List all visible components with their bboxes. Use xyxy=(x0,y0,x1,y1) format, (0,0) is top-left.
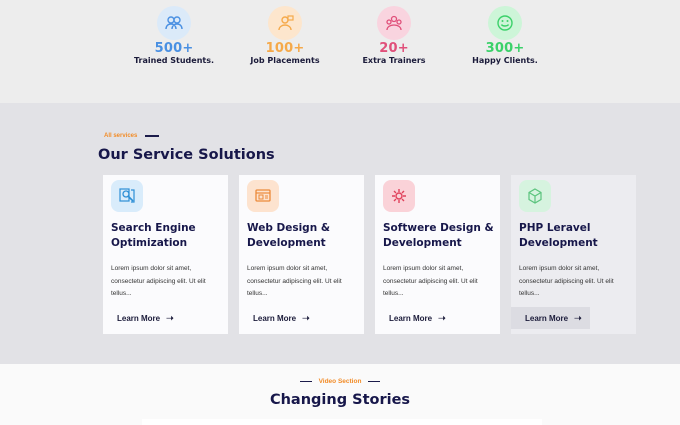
video-panel xyxy=(142,419,542,425)
service-card-seo: Search Engine Optimization Lorem ipsum d… xyxy=(103,175,228,334)
card-title: Softwere Design & Development xyxy=(383,222,494,249)
eyebrow-divider xyxy=(145,135,160,137)
cube-icon xyxy=(519,180,551,212)
learn-more-button[interactable]: Learn More ➝ xyxy=(103,307,182,329)
arrow-right-icon: ➝ xyxy=(302,312,310,323)
learn-more-label: Learn More xyxy=(525,313,569,323)
services-section: All services Our Service Solutions Searc… xyxy=(0,103,680,364)
arrow-right-icon: ➝ xyxy=(574,312,582,323)
service-card-software: Softwere Design & Development Lorem ipsu… xyxy=(375,175,500,334)
stat-value: 300+ xyxy=(485,41,525,56)
card-title: Web Design & Development xyxy=(247,222,330,249)
card-title: Search Engine Optimization xyxy=(111,222,196,249)
section-title: Our Service Solutions xyxy=(98,147,275,163)
stat-label: Happy Clients. xyxy=(472,56,538,65)
learn-more-label: Learn More xyxy=(253,313,297,323)
eyebrow-divider-left xyxy=(299,380,312,383)
eyebrow-divider-right xyxy=(368,380,381,383)
stat-happy-clients: 300+ Happy Clients. xyxy=(440,6,570,65)
card-text: Lorem ipsum dolor sit amet, consectetur … xyxy=(111,265,206,297)
arrow-right-icon: ➝ xyxy=(438,312,446,323)
trainers-icon xyxy=(377,6,411,40)
card-text: Lorem ipsum dolor sit amet, consectetur … xyxy=(247,265,342,297)
stats-section: 500+ Trained Students. 100+ Job Placemen… xyxy=(0,0,680,103)
service-card-web-design: Web Design & Development Lorem ipsum dol… xyxy=(239,175,364,334)
video-eyebrow-text: Video Section xyxy=(318,378,362,385)
video-section: Video Section Changing Stories xyxy=(0,364,680,425)
learn-more-label: Learn More xyxy=(117,313,161,323)
card-text: Lorem ipsum dolor sit amet, consectetur … xyxy=(383,265,478,297)
arrow-right-icon: ➝ xyxy=(166,312,174,323)
video-title: Changing Stories xyxy=(269,392,411,408)
learn-more-button[interactable]: Learn More ➝ xyxy=(375,307,454,329)
learn-more-button[interactable]: Learn More ➝ xyxy=(239,307,318,329)
students-icon xyxy=(157,6,191,40)
card-text: Lorem ipsum dolor sit amet, consectetur … xyxy=(519,265,614,297)
web-design-icon xyxy=(247,180,279,212)
section-eyebrow: All services xyxy=(104,133,160,139)
learn-more-button[interactable]: Learn More ➝ xyxy=(511,307,590,329)
service-card-php-laravel: PHP Leravel Development Lorem ipsum dolo… xyxy=(511,175,636,334)
happy-face-icon xyxy=(488,6,522,40)
learn-more-label: Learn More xyxy=(389,313,433,323)
eyebrow-text: All services xyxy=(104,133,138,139)
software-gear-icon xyxy=(383,180,415,212)
video-eyebrow: Video Section xyxy=(0,378,680,385)
card-title: PHP Leravel Development xyxy=(519,222,598,249)
seo-search-icon xyxy=(111,180,143,212)
placement-icon xyxy=(268,6,302,40)
